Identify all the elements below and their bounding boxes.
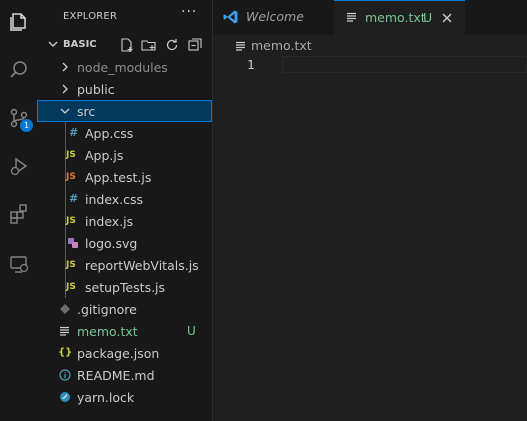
tree-file-readme-md[interactable]: README.md: [37, 364, 212, 386]
source-control-activity-icon[interactable]: 1: [0, 100, 37, 136]
css-file-icon: #: [69, 126, 79, 139]
js-file-icon: JS: [66, 150, 76, 160]
workspace-section-header[interactable]: BASIC: [37, 34, 213, 56]
tree-file-index-js[interactable]: JS index.js: [37, 210, 212, 232]
tree-item-label: .gitignore: [77, 302, 137, 317]
tree-item-label: App.js: [85, 148, 124, 163]
tab-label: Welcome: [246, 9, 304, 24]
tree-folder-public[interactable]: public: [37, 78, 212, 100]
text-file-icon: [236, 41, 245, 51]
tab-memo-txt[interactable]: memo.txt U: [334, 0, 465, 35]
source-control-badge: 1: [20, 119, 33, 132]
search-activity-icon[interactable]: [0, 52, 37, 88]
refresh-icon[interactable]: [164, 37, 180, 53]
tree-item-label: package.json: [77, 346, 160, 361]
collapse-all-icon[interactable]: [187, 37, 203, 53]
tab-label: memo.txt: [365, 10, 426, 25]
tree-item-label: App.css: [85, 126, 134, 141]
tree-item-label: public: [77, 82, 115, 97]
editor-area: Welcome memo.txt U memo.txt 1: [213, 0, 527, 421]
extensions-activity-icon[interactable]: [0, 196, 37, 232]
tree-file-package-json[interactable]: {} package.json: [37, 342, 212, 364]
more-actions-button[interactable]: ···: [181, 4, 197, 20]
tree-file-gitignore[interactable]: .gitignore: [37, 298, 212, 320]
js-file-icon: JS: [66, 216, 76, 226]
chevron-down-icon: [48, 41, 58, 47]
tree-file-logo-svg[interactable]: logo.svg: [37, 232, 212, 254]
tree-file-memo-txt[interactable]: memo.txt U: [37, 320, 212, 342]
yarn-file-icon: [60, 392, 70, 402]
tree-file-app-test-js[interactable]: JS App.test.js: [37, 166, 212, 188]
chevron-right-icon: [62, 62, 68, 72]
tree-file-report-web-vitals-js[interactable]: JS reportWebVitals.js: [37, 254, 212, 276]
tree-file-app-css[interactable]: # App.css: [37, 122, 212, 144]
tree-file-app-js[interactable]: JS App.js: [37, 144, 212, 166]
tree-folder-src[interactable]: src: [37, 100, 212, 122]
explorer-sidebar: EXPLORER ··· BASIC node_modules public s…: [37, 0, 213, 421]
tree-item-label: index.js: [85, 214, 134, 229]
line-number: 1: [247, 57, 255, 72]
tree-item-label: index.css: [85, 192, 144, 207]
explorer-title: EXPLORER: [63, 11, 118, 22]
git-file-icon: [60, 304, 70, 314]
new-folder-icon[interactable]: [141, 37, 157, 53]
vscode-logo-icon: [223, 10, 238, 24]
activity-bar: 1: [0, 0, 37, 421]
tree-item-label: logo.svg: [85, 236, 138, 251]
tree-item-label: yarn.lock: [77, 390, 135, 405]
info-icon: [59, 369, 71, 381]
tab-untracked-badge: U: [423, 10, 433, 25]
tree-item-label: reportWebVitals.js: [85, 258, 199, 273]
js-file-icon: JS: [66, 260, 76, 270]
tree-file-yarn-lock[interactable]: yarn.lock: [37, 386, 212, 408]
svg-file-icon: [68, 238, 78, 248]
remote-explorer-activity-icon[interactable]: [0, 246, 37, 282]
workspace-name: BASIC: [63, 39, 97, 50]
chevron-down-icon: [60, 108, 70, 114]
tree-folder-node-modules[interactable]: node_modules: [37, 56, 212, 78]
editor-text-area[interactable]: [282, 56, 527, 73]
close-icon[interactable]: [442, 13, 452, 23]
tree-item-label: memo.txt: [77, 324, 138, 339]
tree-file-index-css[interactable]: # index.css: [37, 188, 212, 210]
text-file-icon: [60, 326, 69, 336]
new-file-icon[interactable]: [119, 37, 135, 53]
untracked-status-badge: U: [187, 324, 196, 338]
editor-tab-bar: Welcome memo.txt U: [213, 0, 527, 35]
test-js-file-icon: JS: [66, 172, 76, 182]
tree-item-label: setupTests.js: [85, 280, 166, 295]
text-file-icon: [347, 12, 356, 22]
run-debug-activity-icon[interactable]: [0, 148, 37, 184]
tree-file-setup-tests-js[interactable]: JS setupTests.js: [37, 276, 212, 298]
tab-welcome[interactable]: Welcome: [213, 0, 335, 35]
css-file-icon: #: [69, 192, 79, 205]
chevron-right-icon: [62, 84, 68, 94]
json-file-icon: {}: [58, 347, 73, 358]
tree-item-label: node_modules: [77, 60, 168, 75]
js-file-icon: JS: [66, 282, 76, 292]
breadcrumb-file: memo.txt: [251, 38, 312, 53]
tree-item-label: App.test.js: [85, 170, 152, 185]
tree-item-label: README.md: [77, 368, 155, 383]
explorer-activity-icon[interactable]: [0, 4, 37, 40]
tree-item-label: src: [77, 104, 96, 119]
